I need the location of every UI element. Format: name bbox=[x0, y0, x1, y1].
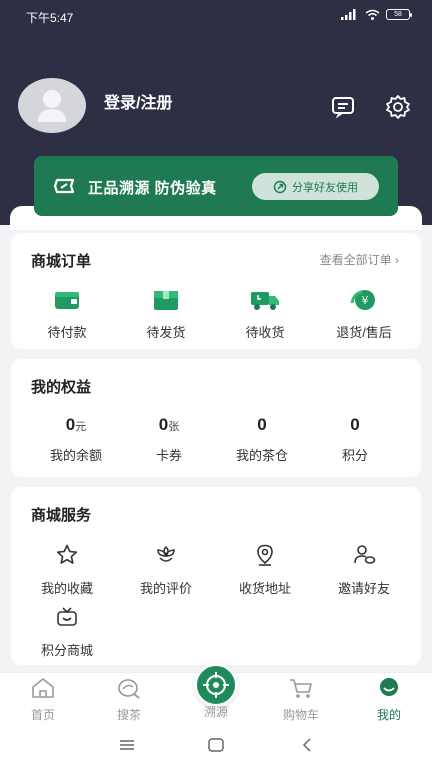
service-favorites[interactable]: 我的收藏 bbox=[17, 543, 117, 597]
stat-unit: 元 bbox=[75, 421, 87, 433]
balance-stat[interactable]: 0元 我的余额 bbox=[26, 415, 126, 464]
stat-value: 0 bbox=[65, 415, 76, 434]
tab-profile[interactable]: 我的 bbox=[346, 677, 432, 723]
order-item-label: 退货/售后 bbox=[336, 325, 392, 340]
orders-title: 商城订单 bbox=[31, 253, 92, 270]
authenticity-banner[interactable]: 正品溯源 防伪验真 分享好友使用 bbox=[34, 156, 398, 216]
order-pending-payment[interactable]: 待付款 bbox=[17, 289, 117, 341]
tab-label: 我的 bbox=[376, 708, 401, 722]
points-stat[interactable]: 0 积分 bbox=[305, 415, 405, 464]
location-icon bbox=[257, 544, 273, 566]
stat-value: 0 bbox=[350, 415, 360, 434]
tab-search-tea[interactable]: 搜茶 bbox=[86, 677, 172, 723]
cart-icon bbox=[290, 679, 312, 698]
tea-warehouse-stat[interactable]: 0 我的茶仓 bbox=[212, 415, 312, 464]
benefits-card: 我的权益 0元 我的余额 0张 卡券 0 我的茶仓 0 积分 bbox=[11, 359, 421, 477]
battery-icon: 58 bbox=[386, 9, 412, 20]
tab-label: 购物车 bbox=[282, 708, 319, 722]
services-card: 商城服务 我的收藏 我的评价 收货地址 邀请好友 积分商城 bbox=[11, 487, 421, 665]
coupons-stat[interactable]: 0张 卡券 bbox=[119, 415, 219, 464]
stat-label: 积分 bbox=[341, 448, 368, 463]
gear-icon[interactable] bbox=[385, 94, 411, 120]
signal-icon bbox=[341, 9, 356, 20]
orders-card: 商城订单 查看全部订单 › 待付款 待发货 待收货 ¥ 退货/售后 bbox=[11, 233, 421, 349]
order-item-label: 待收货 bbox=[245, 325, 285, 340]
star-icon bbox=[56, 544, 78, 564]
view-all-orders-link[interactable]: 查看全部订单 › bbox=[320, 251, 399, 268]
invite-icon bbox=[354, 545, 376, 564]
share-button-label: 分享好友使用 bbox=[292, 181, 358, 194]
bottom-tab-bar: 首页 搜茶 溯源 购物车 我的 bbox=[0, 663, 432, 723]
service-invite[interactable]: 邀请好友 bbox=[314, 543, 414, 597]
tab-label: 溯源 bbox=[203, 705, 228, 719]
back-icon[interactable] bbox=[297, 736, 317, 754]
service-label: 我的收藏 bbox=[40, 581, 93, 596]
trace-icon bbox=[203, 672, 229, 698]
package-icon bbox=[154, 291, 178, 310]
tab-home[interactable]: 首页 bbox=[0, 677, 86, 723]
share-icon bbox=[273, 180, 287, 193]
home-nav-icon[interactable] bbox=[206, 736, 226, 754]
service-points-mall[interactable]: 积分商城 bbox=[17, 605, 117, 659]
order-pending-receipt[interactable]: 待收货 bbox=[215, 289, 315, 341]
service-address[interactable]: 收货地址 bbox=[215, 543, 315, 597]
stat-value: 0 bbox=[257, 415, 267, 434]
share-friends-button[interactable]: 分享好友使用 bbox=[252, 173, 379, 200]
trace-logo-icon bbox=[53, 178, 75, 194]
points-mall-icon bbox=[57, 607, 77, 626]
profile-icon bbox=[380, 678, 398, 696]
tab-label: 首页 bbox=[30, 708, 55, 722]
truck-icon bbox=[251, 292, 279, 310]
menu-icon[interactable] bbox=[117, 736, 137, 754]
order-item-label: 待付款 bbox=[47, 325, 87, 340]
stat-value: 0 bbox=[158, 415, 169, 434]
wallet-icon bbox=[55, 292, 79, 309]
svg-text:¥: ¥ bbox=[362, 294, 369, 307]
status-icons: 58 bbox=[341, 9, 412, 20]
tab-trace[interactable] bbox=[194, 663, 238, 707]
order-pending-shipment[interactable]: 待发货 bbox=[116, 289, 216, 341]
stat-unit: 张 bbox=[168, 421, 180, 433]
service-label: 邀请好友 bbox=[337, 581, 390, 596]
message-icon[interactable] bbox=[330, 94, 356, 120]
tab-label: 搜茶 bbox=[116, 708, 141, 722]
services-title: 商城服务 bbox=[31, 507, 92, 524]
service-label: 积分商城 bbox=[40, 643, 93, 658]
service-label: 我的评价 bbox=[139, 581, 192, 596]
banner-title: 正品溯源 防伪验真 bbox=[88, 180, 217, 197]
home-icon bbox=[32, 678, 54, 698]
stat-label: 我的茶仓 bbox=[235, 448, 288, 463]
stat-label: 卡券 bbox=[155, 448, 182, 463]
status-bar: 下午5:47 58 bbox=[0, 0, 432, 32]
search-tea-icon bbox=[118, 679, 140, 699]
order-item-label: 待发货 bbox=[146, 325, 186, 340]
benefits-title: 我的权益 bbox=[31, 379, 92, 396]
stat-label: 我的余额 bbox=[49, 448, 102, 463]
status-time: 下午5:47 bbox=[26, 11, 74, 25]
refund-icon: ¥ bbox=[350, 290, 375, 310]
system-nav-bar bbox=[0, 722, 432, 768]
flower-icon bbox=[157, 545, 175, 562]
avatar[interactable] bbox=[18, 78, 86, 133]
tab-cart[interactable]: 购物车 bbox=[258, 677, 344, 723]
service-reviews[interactable]: 我的评价 bbox=[116, 543, 216, 597]
login-register-link[interactable]: 登录/注册 bbox=[104, 89, 172, 113]
order-refund-aftersales[interactable]: ¥ 退货/售后 bbox=[314, 289, 414, 341]
wifi-icon bbox=[365, 9, 380, 20]
service-label: 收货地址 bbox=[238, 581, 291, 596]
